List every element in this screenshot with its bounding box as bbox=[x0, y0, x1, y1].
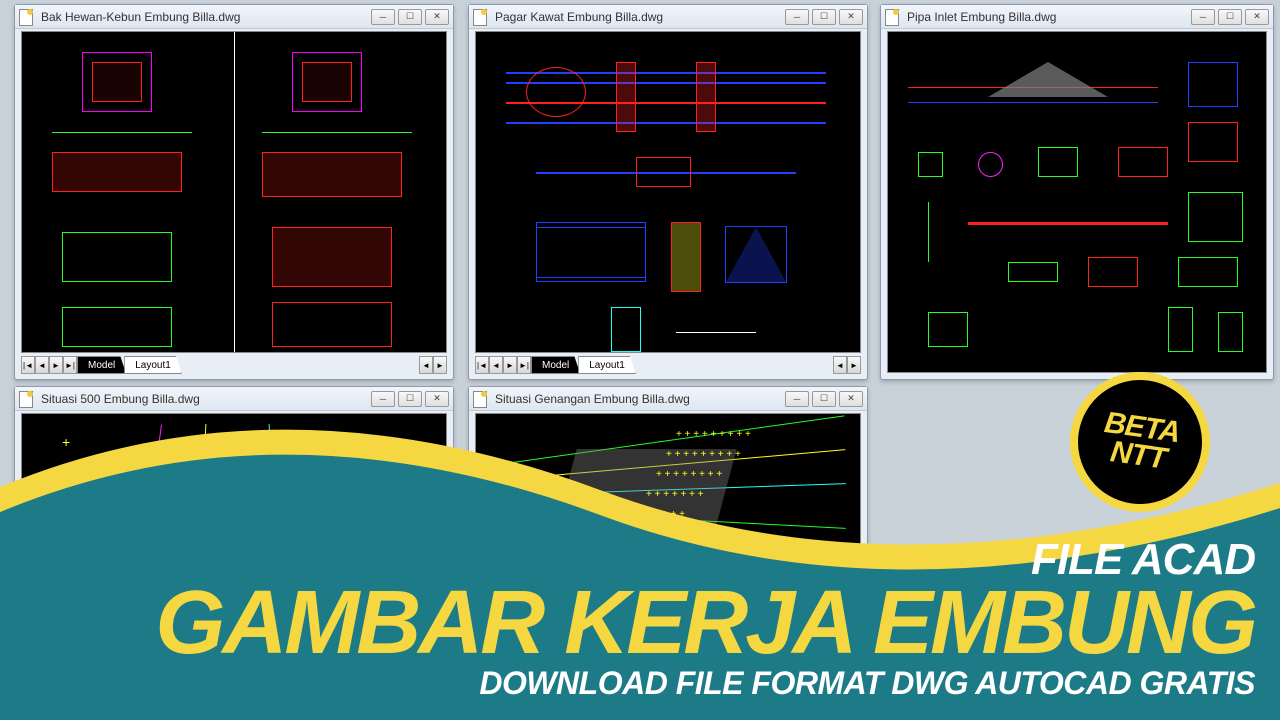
window-title: Pagar Kawat Embung Billa.dwg bbox=[495, 10, 785, 24]
tab-model[interactable]: Model bbox=[531, 356, 580, 374]
nav-buttons: |◄ ◄ ► ►| bbox=[475, 356, 531, 374]
maximize-button[interactable]: ☐ bbox=[398, 9, 422, 25]
scroll-controls: ◄ ► bbox=[419, 356, 447, 374]
nav-last[interactable]: ►| bbox=[517, 356, 531, 374]
titlebar: Bak Hewan-Kebun Embung Billa.dwg ─ ☐ ✕ bbox=[15, 5, 453, 29]
banner-main: GAMBAR KERJA EMBUNG bbox=[155, 585, 1255, 662]
nav-last[interactable]: ►| bbox=[63, 356, 77, 374]
maximize-button[interactable]: ☐ bbox=[812, 9, 836, 25]
maximize-button[interactable]: ☐ bbox=[1218, 9, 1242, 25]
cad-window-1: Bak Hewan-Kebun Embung Billa.dwg ─ ☐ ✕ |… bbox=[14, 4, 454, 380]
close-button[interactable]: ✕ bbox=[1245, 9, 1269, 25]
dwg-file-icon bbox=[473, 9, 489, 25]
titlebar: Pipa Inlet Embung Billa.dwg ─ ☐ ✕ bbox=[881, 5, 1273, 29]
minimize-button[interactable]: ─ bbox=[371, 9, 395, 25]
scroll-controls: ◄ ► bbox=[833, 356, 861, 374]
tab-model[interactable]: Model bbox=[77, 356, 126, 374]
nav-first[interactable]: |◄ bbox=[21, 356, 35, 374]
tabs-row: |◄ ◄ ► ►| Model Layout1 ◄ ► bbox=[475, 355, 861, 375]
window-controls: ─ ☐ ✕ bbox=[785, 9, 863, 25]
banner-text: FILE ACAD GAMBAR KERJA EMBUNG DOWNLOAD F… bbox=[155, 535, 1255, 703]
scroll-right[interactable]: ► bbox=[433, 356, 447, 374]
close-button[interactable]: ✕ bbox=[839, 9, 863, 25]
badge-line2: NTT bbox=[1109, 438, 1168, 474]
scroll-left[interactable]: ◄ bbox=[833, 356, 847, 374]
nav-first[interactable]: |◄ bbox=[475, 356, 489, 374]
cad-window-3: Pipa Inlet Embung Billa.dwg ─ ☐ ✕ bbox=[880, 4, 1274, 380]
minimize-button[interactable]: ─ bbox=[1191, 9, 1215, 25]
nav-next[interactable]: ► bbox=[49, 356, 63, 374]
close-button[interactable]: ✕ bbox=[425, 9, 449, 25]
dwg-file-icon bbox=[885, 9, 901, 25]
minimize-button[interactable]: ─ bbox=[785, 9, 809, 25]
tab-layout1[interactable]: Layout1 bbox=[578, 356, 636, 374]
drawing-canvas[interactable] bbox=[21, 31, 447, 353]
nav-prev[interactable]: ◄ bbox=[35, 356, 49, 374]
cad-window-2: Pagar Kawat Embung Billa.dwg ─ ☐ ✕ |◄ ◄ … bbox=[468, 4, 868, 380]
window-title: Pipa Inlet Embung Billa.dwg bbox=[907, 10, 1191, 24]
window-title: Bak Hewan-Kebun Embung Billa.dwg bbox=[41, 10, 371, 24]
nav-buttons: |◄ ◄ ► ►| bbox=[21, 356, 77, 374]
drawing-canvas[interactable] bbox=[475, 31, 861, 353]
drawing-canvas[interactable] bbox=[887, 31, 1267, 373]
nav-next[interactable]: ► bbox=[503, 356, 517, 374]
scroll-right[interactable]: ► bbox=[847, 356, 861, 374]
nav-prev[interactable]: ◄ bbox=[489, 356, 503, 374]
titlebar: Pagar Kawat Embung Billa.dwg ─ ☐ ✕ bbox=[469, 5, 867, 29]
window-controls: ─ ☐ ✕ bbox=[371, 9, 449, 25]
tab-layout1[interactable]: Layout1 bbox=[124, 356, 182, 374]
scroll-left[interactable]: ◄ bbox=[419, 356, 433, 374]
tabs-row: |◄ ◄ ► ►| Model Layout1 ◄ ► bbox=[21, 355, 447, 375]
dwg-file-icon bbox=[19, 9, 35, 25]
window-controls: ─ ☐ ✕ bbox=[1191, 9, 1269, 25]
